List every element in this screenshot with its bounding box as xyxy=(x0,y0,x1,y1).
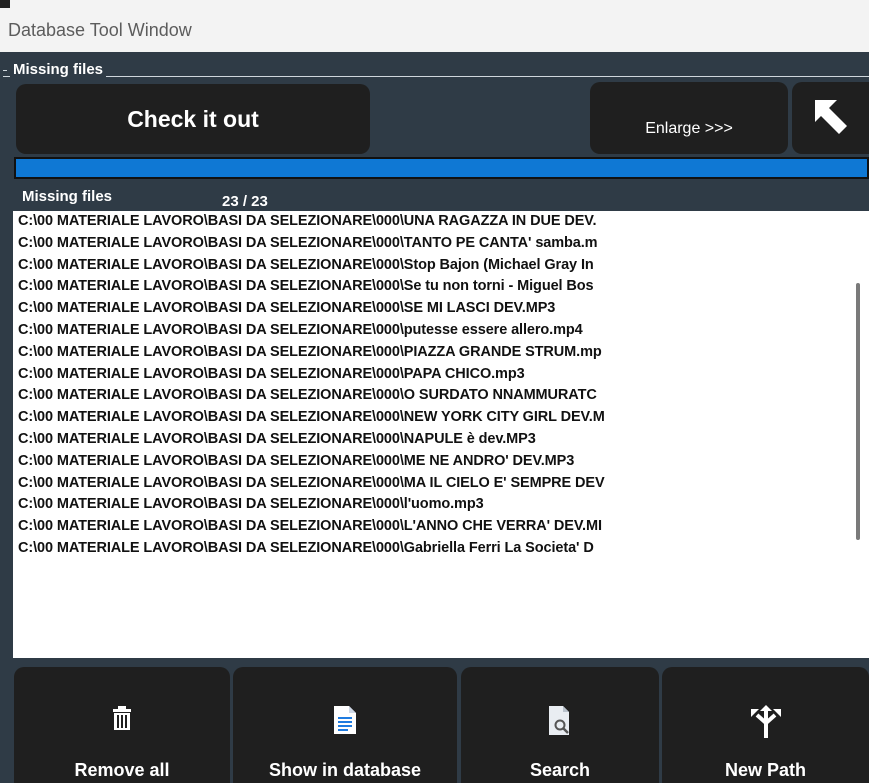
new-path-label: New Path xyxy=(724,760,807,780)
group-title: Missing files xyxy=(10,61,107,78)
list-scrollbar[interactable] xyxy=(856,283,860,540)
remove-all-label: Remove all xyxy=(74,760,170,780)
path-split-icon xyxy=(750,705,781,738)
back-arrow-icon xyxy=(814,100,847,134)
check-it-out-button[interactable]: Check it out xyxy=(16,84,370,154)
list-count: 23 / 23 xyxy=(222,193,268,210)
list-item[interactable]: C:\00 MATERIALE LAVORO\BASI DA SELEZIONA… xyxy=(13,516,848,538)
list-item[interactable]: C:\00 MATERIALE LAVORO\BASI DA SELEZIONA… xyxy=(13,451,848,473)
file-search-icon xyxy=(549,706,569,735)
title-bar: Database Tool Window xyxy=(0,0,869,52)
check-it-out-label: Check it out xyxy=(127,105,259,132)
window-title: Database Tool Window xyxy=(8,20,192,40)
trash-icon xyxy=(113,706,131,730)
group-border xyxy=(3,76,869,77)
list-item[interactable]: C:\00 MATERIALE LAVORO\BASI DA SELEZIONA… xyxy=(13,473,848,495)
show-in-database-label: Show in database xyxy=(268,760,422,780)
list-item[interactable]: C:\00 MATERIALE LAVORO\BASI DA SELEZIONA… xyxy=(13,320,848,342)
show-in-database-button[interactable]: Show in database xyxy=(233,667,457,783)
back-button[interactable] xyxy=(792,82,869,154)
title-bar-mark xyxy=(0,0,10,8)
list-item[interactable]: C:\00 MATERIALE LAVORO\BASI DA SELEZIONA… xyxy=(13,494,848,516)
list-item[interactable]: C:\00 MATERIALE LAVORO\BASI DA SELEZIONA… xyxy=(13,364,848,386)
remove-all-button[interactable]: Remove all xyxy=(14,667,230,783)
missing-files-list[interactable]: C:\00 MATERIALE LAVORO\BASI DA SELEZIONA… xyxy=(13,211,869,658)
list-item[interactable]: C:\00 MATERIALE LAVORO\BASI DA SELEZIONA… xyxy=(13,233,848,255)
list-item[interactable]: C:\00 MATERIALE LAVORO\BASI DA SELEZIONA… xyxy=(13,429,848,451)
list-item[interactable]: C:\00 MATERIALE LAVORO\BASI DA SELEZIONA… xyxy=(13,538,848,560)
list-item[interactable]: C:\00 MATERIALE LAVORO\BASI DA SELEZIONA… xyxy=(13,276,848,298)
list-item[interactable]: C:\00 MATERIALE LAVORO\BASI DA SELEZIONA… xyxy=(13,342,848,364)
list-item[interactable]: C:\00 MATERIALE LAVORO\BASI DA SELEZIONA… xyxy=(13,255,848,277)
search-button[interactable]: Search xyxy=(461,667,659,783)
list-item[interactable]: C:\00 MATERIALE LAVORO\BASI DA SELEZIONA… xyxy=(13,211,848,233)
document-icon xyxy=(334,706,356,734)
list-item[interactable]: C:\00 MATERIALE LAVORO\BASI DA SELEZIONA… xyxy=(13,385,848,407)
group-border-tick xyxy=(3,70,7,71)
list-item[interactable]: C:\00 MATERIALE LAVORO\BASI DA SELEZIONA… xyxy=(13,407,848,429)
new-path-button[interactable]: New Path xyxy=(662,667,869,783)
list-header: Missing files xyxy=(22,188,113,205)
list-item[interactable]: C:\00 MATERIALE LAVORO\BASI DA SELEZIONA… xyxy=(13,298,848,320)
progress-bar xyxy=(14,157,869,179)
enlarge-button[interactable]: Enlarge >>> xyxy=(590,82,788,154)
enlarge-label: Enlarge >>> xyxy=(645,120,733,137)
search-label: Search xyxy=(529,760,591,780)
